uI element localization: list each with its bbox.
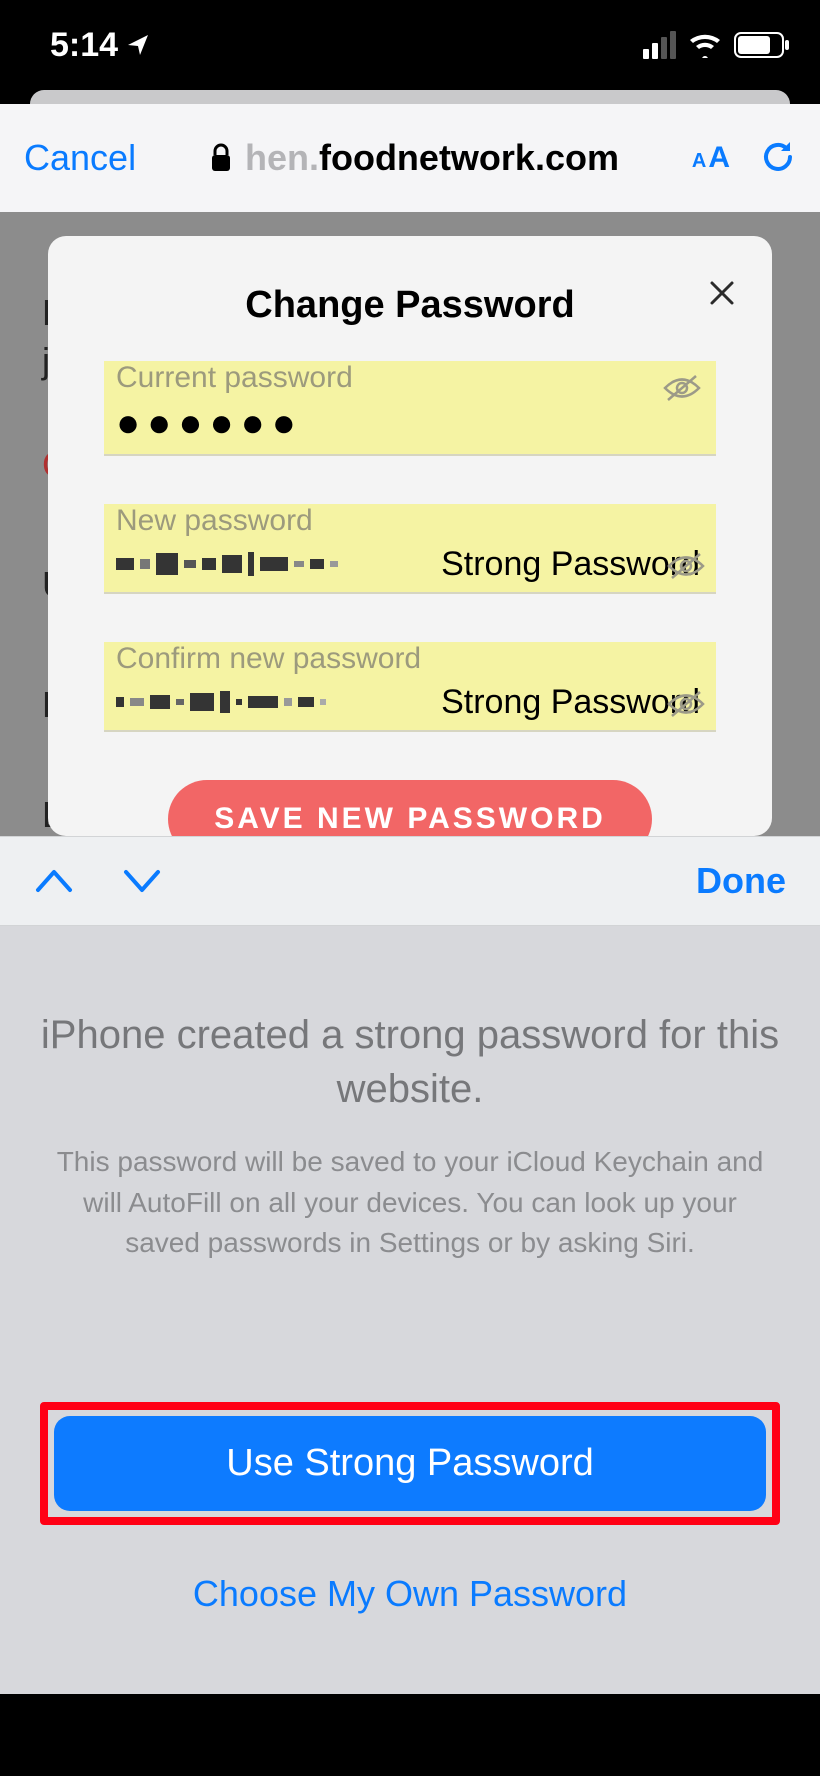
location-arrow-icon [126,33,150,57]
keychain-body: This password will be saved to your iClo… [40,1142,780,1264]
wifi-icon [688,32,722,58]
cancel-button[interactable]: Cancel [24,137,136,179]
close-icon[interactable] [708,278,736,315]
previous-field-icon[interactable] [34,868,74,894]
new-password-strength: Strong Password [441,545,700,584]
confirm-password-obscured [116,691,326,713]
confirm-password-label: Confirm new password [116,642,704,676]
url-domain: foodnetwork.com [319,137,619,178]
use-strong-password-button[interactable]: Use Strong Password [54,1416,766,1511]
form-assistant-bar: Done [0,836,820,926]
next-field-icon[interactable] [122,868,162,894]
save-new-password-button[interactable]: SAVE NEW PASSWORD [168,780,652,836]
keychain-heading: iPhone created a strong password for thi… [40,1008,780,1116]
confirm-password-strength: Strong Password [441,683,700,722]
new-password-field[interactable]: New password Strong Password [104,504,716,594]
keychain-panel: iPhone created a strong password for thi… [0,926,820,1694]
cellular-signal-icon [643,31,676,59]
current-password-label: Current password [116,361,704,395]
done-button[interactable]: Done [696,860,786,902]
current-password-field[interactable]: Current password ●●●●●● [104,361,716,456]
url-subdomain: hen. [245,137,319,178]
reader-text-size-button[interactable]: AA [692,141,730,175]
modal-title: Change Password [104,284,716,327]
address-bar[interactable]: hen.foodnetwork.com [146,137,682,179]
highlight-annotation: Use Strong Password [40,1402,780,1525]
choose-own-password-button[interactable]: Choose My Own Password [40,1573,780,1615]
confirm-password-field[interactable]: Confirm new password Strong Password [104,642,716,732]
eye-off-icon[interactable] [662,373,702,408]
status-bar: 5:14 [0,0,820,90]
new-password-label: New password [116,504,704,538]
background-card-shadow [30,90,790,104]
new-password-obscured [116,552,338,576]
home-indicator[interactable] [280,1754,540,1764]
status-time: 5:14 [50,26,118,65]
safari-toolbar: Cancel hen.foodnetwork.com AA [0,104,820,212]
eye-off-icon[interactable] [666,551,706,586]
eye-off-icon[interactable] [666,689,706,724]
lock-icon [209,143,233,173]
change-password-modal: Change Password Current password ●●●●●● … [48,236,772,836]
reload-icon[interactable] [760,139,796,177]
current-password-value: ●●●●●● [116,401,704,446]
battery-icon [734,32,790,58]
